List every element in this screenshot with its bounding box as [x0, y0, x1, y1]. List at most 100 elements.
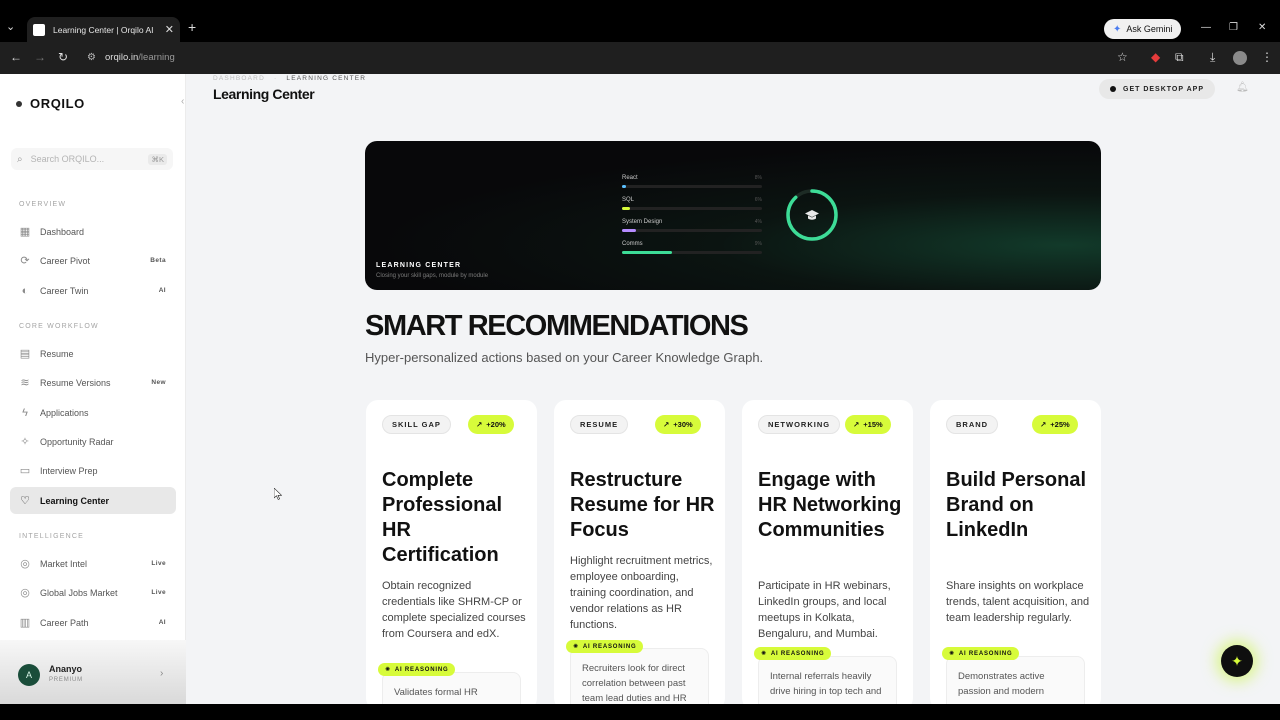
- skill-track: [622, 251, 762, 254]
- minimize-icon[interactable]: —: [1201, 22, 1211, 33]
- sidebar-item-label: Learning Center: [40, 495, 110, 506]
- sidebar-badge: Live: [151, 589, 166, 596]
- lightning-icon: ϟ: [22, 406, 28, 419]
- mouse-cursor-icon: [274, 488, 282, 500]
- skill-name: SQL: [622, 197, 635, 203]
- extensions-puzzle-icon[interactable]: ⧉: [1175, 50, 1184, 64]
- search-icon: ⌕: [17, 153, 23, 165]
- url-field[interactable]: orqilo.in/learning: [105, 52, 175, 63]
- sidebar-badge: Live: [151, 560, 166, 567]
- sidebar-item-label: Career Path: [40, 617, 89, 628]
- ai-assistant-fab[interactable]: ✦: [1221, 645, 1253, 677]
- reload-icon[interactable]: ↻: [58, 51, 68, 63]
- download-icon[interactable]: ⤓: [1210, 50, 1215, 64]
- dashboard-grid-icon: ▦: [19, 226, 31, 238]
- new-tab-icon[interactable]: +: [188, 20, 196, 34]
- sidebar-item-career-pivot[interactable]: ⟳ Career Pivot Beta: [10, 247, 176, 274]
- tab-title: Learning Center | Orqilo AI: [53, 24, 154, 35]
- ai-reasoning-label: AI REASONING: [394, 666, 449, 673]
- sidebar-item-career-path[interactable]: ▥ Career Path AI: [10, 609, 176, 636]
- skill-percent: 4%: [754, 219, 762, 225]
- sidebar-badge: Beta: [150, 257, 166, 264]
- document-icon: ▤: [19, 348, 31, 360]
- notification-bell-icon[interactable]: 🔔︎: [1236, 82, 1249, 93]
- progress-ring: [786, 189, 838, 241]
- ai-reasoning-text: Validates formal HR: [382, 672, 521, 704]
- extension-icon[interactable]: ◆: [1151, 50, 1160, 64]
- screen-bottom-edge: [0, 704, 1280, 720]
- hero-banner: React 8% SQL 6% System Design 4% Comms 9% LEARN…: [365, 141, 1101, 290]
- ask-gemini-label: Ask Gemini: [1126, 24, 1173, 34]
- sidebar-item-label: Applications: [40, 407, 89, 418]
- sidebar-item-dashboard[interactable]: ▦ Dashboard: [10, 218, 176, 245]
- user-name: Ananyo: [49, 664, 83, 674]
- ai-reasoning-chip: ✺ AI REASONING: [942, 647, 1020, 660]
- brand-logo[interactable]: ORQILO: [16, 96, 85, 111]
- refresh-icon: ⟳: [20, 255, 30, 267]
- breadcrumb: DASHBOARD · LEARNING CENTER: [213, 75, 366, 82]
- forward-icon[interactable]: →: [34, 51, 46, 63]
- restore-icon[interactable]: ❐: [1229, 22, 1238, 33]
- impact-badge: ↗ +25%: [1032, 415, 1078, 434]
- card-description: Participate in HR webinars, LinkedIn gro…: [758, 580, 891, 640]
- favicon-icon: [33, 23, 45, 36]
- ai-brain-icon: ✺: [761, 651, 767, 657]
- browser-tab[interactable]: Learning Center | Orqilo AI ✕: [27, 17, 180, 42]
- sidebar-badge: New: [151, 379, 166, 386]
- recommendation-card-skill-gap[interactable]: SKILL GAP ↗ +20% Complete Professional HR…: [366, 400, 537, 704]
- impact-value: +30%: [673, 420, 693, 429]
- sidebar-item-learning-center[interactable]: ♡ Learning Center: [10, 487, 176, 514]
- get-desktop-app-button[interactable]: GET DESKTOP APP: [1099, 79, 1215, 99]
- sidebar-item-interview-prep[interactable]: ▭ Interview Prep: [10, 457, 176, 484]
- impact-badge: ↗ +15%: [845, 415, 891, 434]
- skill-percent: 9%: [754, 241, 762, 247]
- bookmark-star-icon[interactable]: ☆: [1117, 50, 1128, 64]
- sidebar-item-label: Global Jobs Market: [40, 587, 118, 598]
- tab-search-icon[interactable]: ⌄: [6, 20, 15, 33]
- sidebar-item-market-intel[interactable]: ◎ Market Intel Live: [10, 550, 176, 577]
- sparkle-icon: ✧: [20, 436, 30, 448]
- profile-avatar-icon[interactable]: [1233, 51, 1247, 65]
- skill-percent: 6%: [754, 197, 762, 203]
- ai-reasoning-chip: ✺ AI REASONING: [566, 640, 644, 653]
- collapse-sidebar-icon[interactable]: ‹: [181, 96, 184, 107]
- hero-label: LEARNING CENTER: [376, 262, 462, 269]
- breadcrumb-separator: ·: [274, 75, 278, 82]
- card-title: Engage with HR Networking Communities: [758, 469, 902, 541]
- recommendation-card-networking[interactable]: NETWORKING ↗ +15% Engage with HR Networki…: [742, 400, 913, 704]
- recommendation-card-brand[interactable]: BRAND ↗ +25% Build Personal Brand on Link…: [930, 400, 1101, 704]
- ask-gemini-button[interactable]: ✦ Ask Gemini: [1104, 19, 1182, 39]
- twin-icon: ◐: [21, 284, 29, 297]
- sidebar-item-resume-versions[interactable]: ≋ Resume Versions New: [10, 369, 176, 396]
- sidebar-badge: AI: [158, 287, 166, 294]
- sidebar-item-resume[interactable]: ▤ Resume: [10, 340, 176, 367]
- recommendation-card-resume[interactable]: RESUME ↗ +30% Restructure Resume for HR F…: [554, 400, 725, 704]
- browser-menu-icon[interactable]: ⋮: [1261, 50, 1273, 64]
- back-icon[interactable]: ←: [10, 51, 22, 63]
- ai-reasoning-text: Demonstrates active passion and modern: [946, 656, 1085, 704]
- search-input[interactable]: ⌕ Search ORQILO... ⌘K: [11, 148, 173, 170]
- user-plan: PREMIUM: [49, 677, 83, 683]
- skill-fill: [622, 207, 631, 210]
- ai-brain-icon: ✺: [949, 651, 955, 657]
- sidebar-item-career-twin[interactable]: ◐ Career Twin AI: [10, 277, 176, 304]
- sidebar-item-label: Market Intel: [40, 558, 88, 569]
- sidebar-item-applications[interactable]: ϟ Applications: [10, 399, 176, 426]
- card-description: Highlight recruitment metrics, employee …: [570, 555, 713, 631]
- user-profile-card[interactable]: A Ananyo PREMIUM ›: [0, 640, 186, 704]
- sidebar-item-global-jobs-market[interactable]: ◎ Global Jobs Market Live: [10, 579, 176, 606]
- ai-reasoning-label: AI REASONING: [582, 643, 637, 650]
- close-window-icon[interactable]: ✕: [1258, 22, 1266, 33]
- app-viewport: ORQILO ‹ ⌕ Search ORQILO... ⌘K OVERVIEW …: [0, 74, 1280, 704]
- impact-badge: ↗ +20%: [468, 415, 514, 434]
- site-info-icon[interactable]: ⚙: [87, 52, 96, 63]
- ai-reasoning-text: Recruiters look for direct correlation b…: [570, 648, 709, 704]
- sidebar-item-opportunity-radar[interactable]: ✧ Opportunity Radar: [10, 428, 176, 455]
- url-host: orqilo.in: [105, 52, 139, 63]
- brand-name: ORQILO: [30, 96, 85, 111]
- close-tab-icon[interactable]: ✕: [165, 23, 174, 36]
- skill-fill: [622, 185, 627, 188]
- map-icon: ▥: [19, 617, 31, 629]
- breadcrumb-root[interactable]: DASHBOARD: [213, 75, 265, 82]
- sidebar-badge: AI: [158, 619, 166, 626]
